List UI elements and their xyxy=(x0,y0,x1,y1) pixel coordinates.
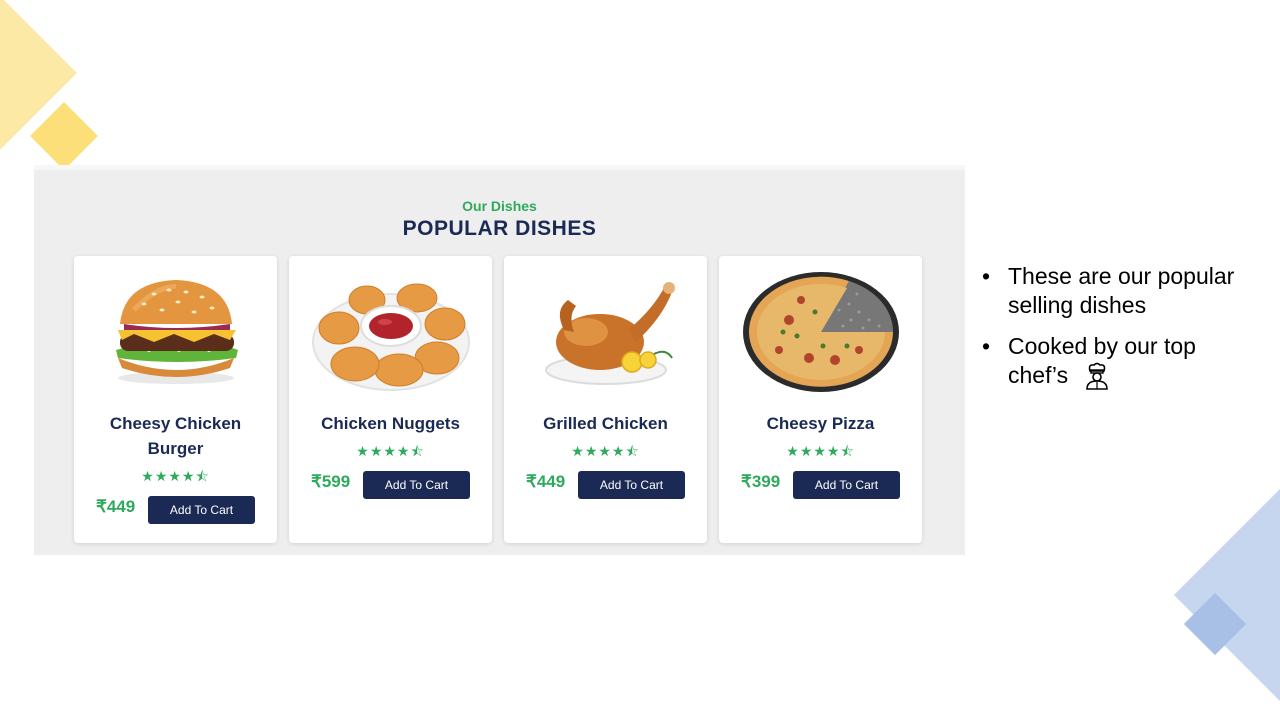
rating-stars-icon: ★★★★⯪ xyxy=(571,443,640,459)
dish-price: ₹599 xyxy=(311,472,351,491)
add-to-cart-button[interactable]: Add To Cart xyxy=(148,496,255,524)
dish-name: Chicken Nuggets xyxy=(321,414,460,433)
rating-stars-icon: ★★★★⯪ xyxy=(356,443,425,459)
burger-image xyxy=(116,280,238,384)
add-to-cart-button[interactable]: Add To Cart xyxy=(578,471,685,499)
add-to-cart-button[interactable]: Add To Cart xyxy=(793,471,900,499)
dish-name: Cheesy Chicken Burger xyxy=(109,414,242,458)
pizza-image xyxy=(743,272,899,392)
dish-card-burger: Cheesy Chicken Burger ★★★★⯪ ₹449 Add To … xyxy=(74,256,277,543)
dish-price: ₹449 xyxy=(96,497,136,516)
section-subtitle: Our Dishes xyxy=(462,198,537,214)
rating-stars-icon: ★★★★⯪ xyxy=(786,443,855,459)
section-title: POPULAR DISHES xyxy=(402,217,597,240)
nuggets-image xyxy=(312,283,470,391)
dish-card-pizza: Cheesy Pizza ★★★★⯪ ₹399 Add To Cart xyxy=(719,256,922,543)
slide-bullet-list: • These are our popular selling dishes •… xyxy=(980,262,1250,403)
chef-icon xyxy=(1086,363,1109,391)
grilled-chicken-image xyxy=(545,282,675,385)
dish-card-grilled-chicken: Grilled Chicken ★★★★⯪ ₹449 Add To Cart xyxy=(504,256,707,543)
dish-name: Cheesy Pizza xyxy=(766,414,875,433)
dish-price: ₹399 xyxy=(741,472,781,491)
bullet-item: • These are our popular selling dishes xyxy=(980,262,1250,319)
decorative-yellow-small-diamond xyxy=(30,102,98,170)
bullet-text: These are our popular selling dishes xyxy=(1008,263,1235,318)
popular-dishes-screenshot: Our Dishes POPULAR DISHES Cheesy Chicken… xyxy=(34,165,965,555)
dish-price: ₹449 xyxy=(526,472,566,491)
add-to-cart-button[interactable]: Add To Cart xyxy=(363,471,470,499)
bullet-dot-icon: • xyxy=(982,333,991,359)
dish-card-nuggets: Chicken Nuggets ★★★★⯪ ₹599 Add To Cart xyxy=(289,256,492,543)
decorative-blue-diamond xyxy=(1173,488,1280,702)
bullet-dot-icon: • xyxy=(982,263,991,289)
dish-name: Grilled Chicken xyxy=(543,414,668,433)
bullet-item: • Cooked by our top chef’s xyxy=(980,332,1250,391)
rating-stars-icon: ★★★★⯪ xyxy=(141,468,210,484)
